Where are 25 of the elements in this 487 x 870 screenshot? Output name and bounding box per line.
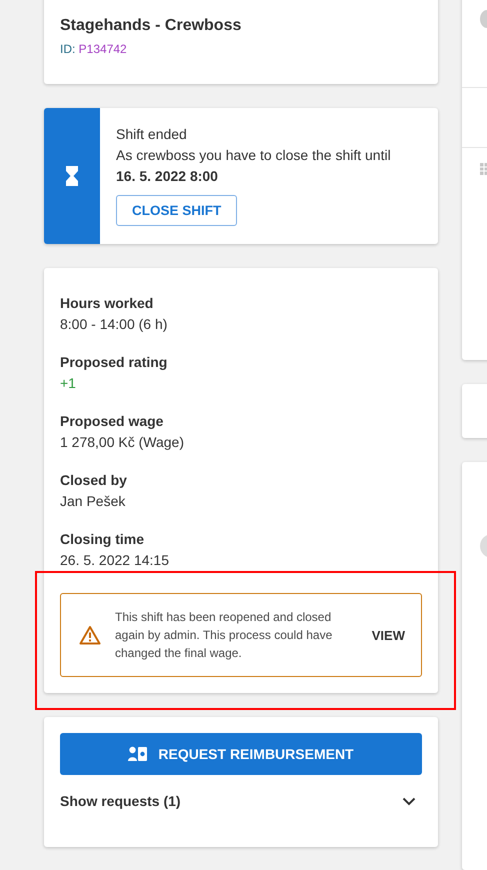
show-requests-toggle[interactable]: Show requests (1) xyxy=(60,789,422,813)
detail-label: Closing time xyxy=(60,530,144,548)
detail-label: Proposed wage xyxy=(60,412,164,430)
detail-value: 26. 5. 2022 14:15 xyxy=(60,551,169,569)
detail-label: Proposed rating xyxy=(60,353,168,371)
position-title: Stagehands - Crewboss xyxy=(60,16,242,36)
position-id: ID: P134742 xyxy=(60,42,127,56)
notice-message: As crewboss you have to close the shift until xyxy=(116,147,391,164)
view-button[interactable]: VIEW xyxy=(362,624,405,646)
chevron-down-icon xyxy=(402,796,416,806)
detail-value: 1 278,00 Kč (Wage) xyxy=(60,433,184,451)
detail-value: 8:00 - 14:00 (6 h) xyxy=(60,315,168,333)
notice-title: Shift ended xyxy=(116,126,187,143)
detail-value: Jan Pešek xyxy=(60,492,126,510)
person-card-icon xyxy=(128,746,148,762)
detail-label: Hours worked xyxy=(60,294,154,312)
request-reimbursement-button[interactable]: REQUEST REIMBURSEMENT xyxy=(60,733,422,775)
warning-message: This shift has been reopened and closed again by admin. This process could have changed the final wage. xyxy=(115,609,334,662)
hourglass-icon xyxy=(66,166,78,186)
close-shift-button[interactable]: CLOSE SHIFT xyxy=(116,195,238,226)
detail-label: Closed by xyxy=(60,471,127,489)
notice-deadline: 16. 5. 2022 8:00 xyxy=(116,168,218,185)
warning-icon xyxy=(79,625,101,645)
side-card xyxy=(462,384,487,438)
detail-value: +1 xyxy=(60,374,76,392)
